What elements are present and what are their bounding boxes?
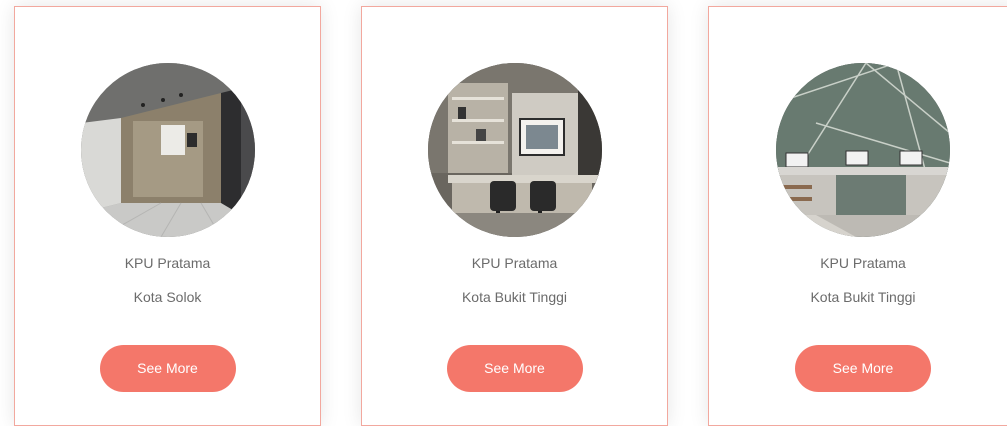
interior-reception-image (776, 63, 950, 237)
project-card-3: KPU Pratama Kota Bukit Tinggi See More (708, 6, 1007, 426)
project-title: KPU Pratama (124, 255, 211, 271)
project-city: Kota Solok (133, 289, 202, 305)
interior-office-image (427, 63, 602, 237)
project-card-1: KPU Pratama Kota Solok See More (14, 6, 321, 426)
see-more-button[interactable]: See More (99, 345, 236, 392)
project-title: KPU Pratama (471, 255, 558, 271)
interior-lobby-image (80, 63, 255, 237)
see-more-button[interactable]: See More (446, 345, 583, 392)
project-city: Kota Bukit Tinggi (810, 289, 916, 305)
see-more-button[interactable]: See More (795, 345, 931, 392)
project-photo-3 (776, 63, 950, 237)
project-city: Kota Bukit Tinggi (461, 289, 568, 305)
project-photo-1 (80, 63, 255, 237)
project-photo-2 (427, 63, 602, 237)
project-card-2: KPU Pratama Kota Bukit Tinggi See More (361, 6, 668, 426)
project-title: KPU Pratama (820, 255, 906, 271)
